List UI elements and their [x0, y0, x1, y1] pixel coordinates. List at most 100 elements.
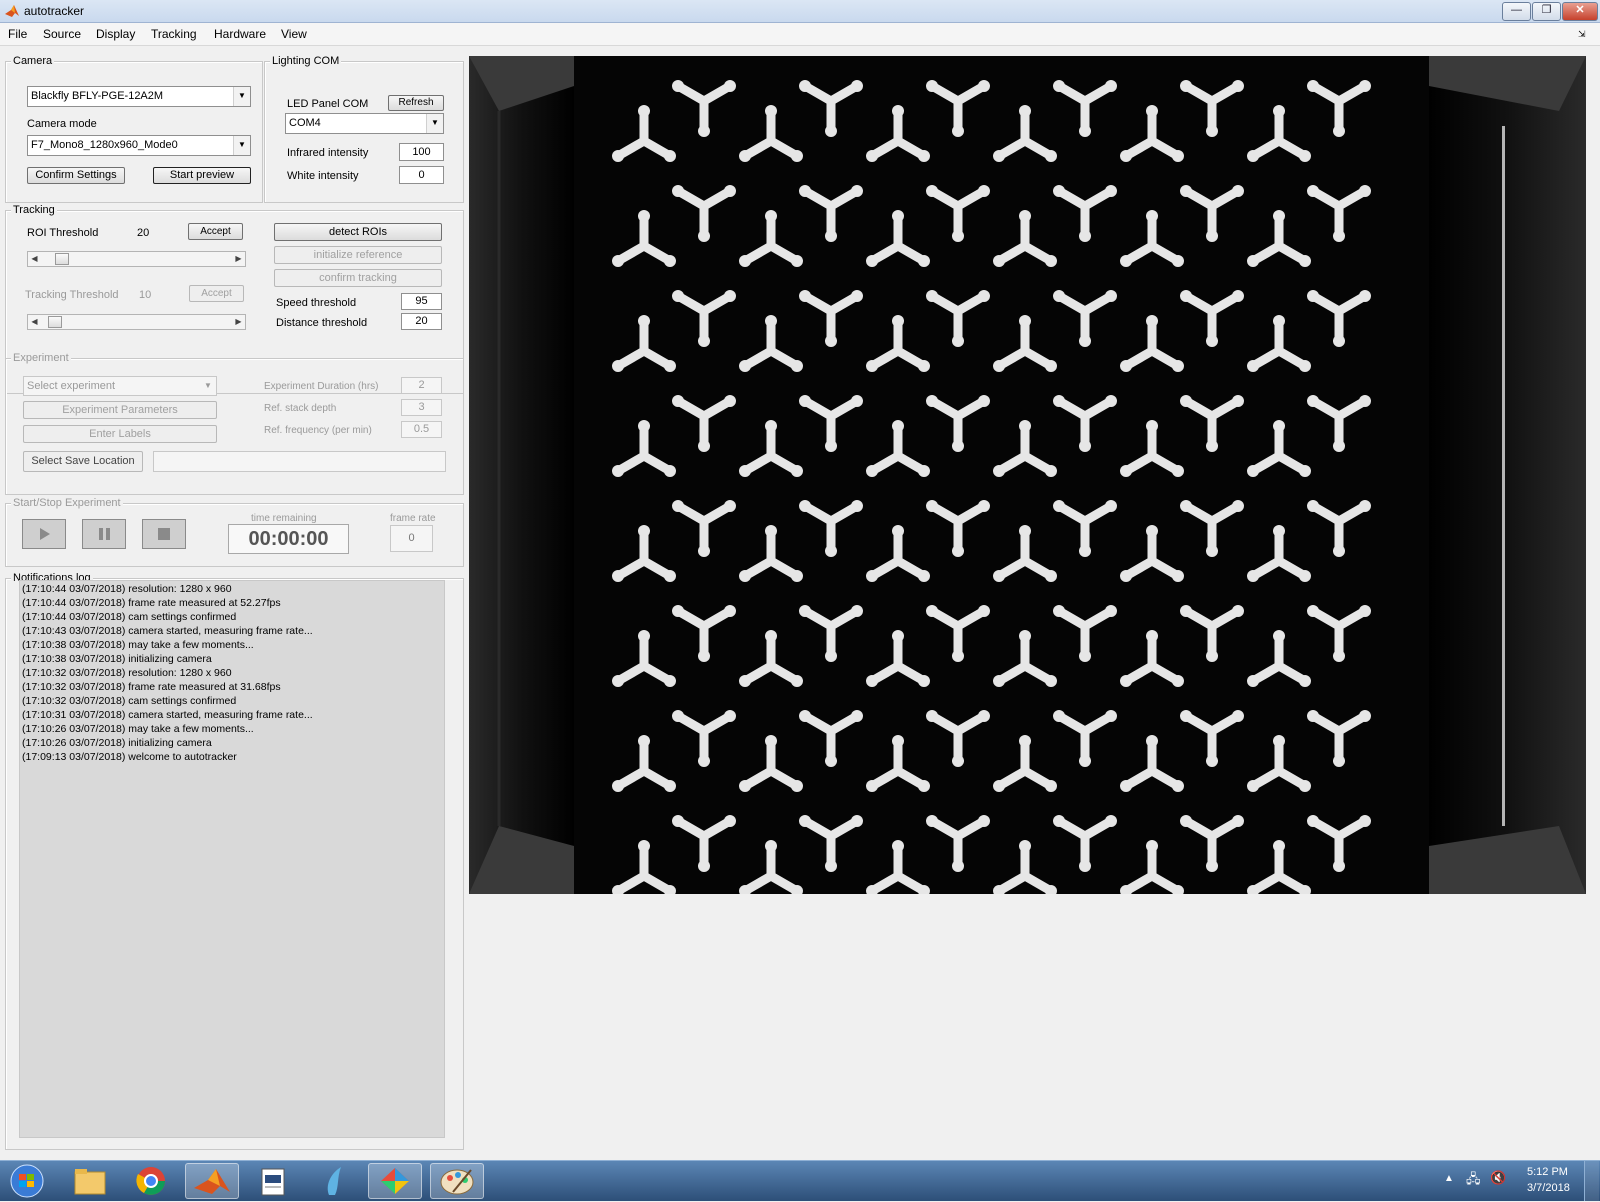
time-remaining-display: 00:00:00	[228, 524, 349, 554]
frame-rate-label: frame rate	[390, 513, 436, 524]
camera-device-select[interactable]: Blackfly BFLY-PGE-12A2M ▼	[27, 86, 251, 107]
chrome-icon	[136, 1167, 165, 1195]
camera-image	[469, 56, 1586, 894]
start-stop-group-title: Start/Stop Experiment	[11, 497, 123, 509]
infrared-intensity-label: Infrared intensity	[287, 147, 369, 159]
camera-mode-select[interactable]: F7_Mono8_1280x960_Mode0 ▼	[27, 135, 251, 156]
log-line: (17:10:43 03/07/2018) camera started, me…	[22, 625, 313, 637]
camera-mode-label: Camera mode	[27, 118, 97, 130]
experiment-select-value: Select experiment	[27, 380, 116, 392]
pause-button[interactable]	[82, 519, 126, 549]
infrared-intensity-field[interactable]: 100	[399, 143, 444, 161]
log-line: (17:10:32 03/07/2018) cam settings confi…	[22, 695, 237, 707]
taskbar-paint[interactable]	[430, 1163, 484, 1199]
log-line: (17:10:32 03/07/2018) frame rate measure…	[22, 681, 281, 693]
chevron-down-icon: ▼	[233, 87, 250, 106]
roi-threshold-slider[interactable]: ◀ ▶	[27, 251, 246, 267]
ref-stack-depth-label: Ref. stack depth	[264, 403, 337, 414]
title-bar: autotracker — ❐ ✕	[0, 0, 1600, 23]
camera-mode-value: F7_Mono8_1280x960_Mode0	[31, 139, 178, 151]
show-hidden-icons-icon[interactable]: ▲	[1444, 1173, 1454, 1184]
lighting-group: Lighting COM LED Panel COM Refresh COM4 …	[264, 55, 464, 203]
log-line: (17:10:32 03/07/2018) resolution: 1280 x…	[22, 667, 232, 679]
experiment-select[interactable]: Select experiment ▼	[23, 376, 217, 396]
clock-time[interactable]: 5:12 PM	[1527, 1166, 1568, 1178]
slider-left-arrow-icon[interactable]: ◀	[28, 315, 41, 329]
tracking-accept-button[interactable]: Accept	[189, 285, 244, 302]
play-button[interactable]	[22, 519, 66, 549]
confirm-settings-button[interactable]: Confirm Settings	[27, 167, 125, 184]
paint-palette-icon	[440, 1169, 474, 1195]
menu-tracking[interactable]: Tracking	[151, 27, 197, 41]
taskbar-fish-app[interactable]	[307, 1163, 361, 1199]
camera-device-value: Blackfly BFLY-PGE-12A2M	[31, 90, 164, 102]
chevron-down-icon: ▼	[426, 114, 443, 133]
network-icon[interactable]: 🖧	[1466, 1170, 1481, 1192]
menu-file[interactable]: File	[8, 27, 27, 41]
menu-bar: File Source Display Tracking Hardware Vi…	[0, 23, 1600, 46]
start-preview-button[interactable]: Start preview	[153, 167, 251, 184]
confirm-tracking-button[interactable]: confirm tracking	[274, 269, 442, 287]
menu-display[interactable]: Display	[96, 27, 135, 41]
fish-icon	[327, 1167, 341, 1195]
menu-view[interactable]: View	[281, 27, 307, 41]
stop-icon	[158, 528, 170, 540]
experiment-parameters-button[interactable]: Experiment Parameters	[23, 401, 217, 419]
start-stop-group: Start/Stop Experiment time remaining 00:…	[5, 497, 464, 567]
close-icon: ✕	[1575, 4, 1585, 16]
tracking-slider-thumb[interactable]	[48, 316, 63, 328]
menu-source[interactable]: Source	[43, 27, 81, 41]
close-button[interactable]: ✕	[1562, 2, 1598, 21]
log-line: (17:10:38 03/07/2018) may take a few mom…	[22, 639, 254, 651]
tracking-group-title: Tracking	[11, 204, 57, 216]
white-intensity-field[interactable]: 0	[399, 166, 444, 184]
distance-threshold-field[interactable]: 20	[401, 313, 442, 330]
save-location-field[interactable]	[153, 451, 446, 472]
pause-icon	[99, 528, 110, 540]
tracking-threshold-value: 10	[139, 289, 152, 301]
slider-right-arrow-icon[interactable]: ▶	[232, 252, 245, 266]
stop-button[interactable]	[142, 519, 186, 549]
start-button[interactable]	[4, 1163, 58, 1199]
minimize-icon: —	[1511, 4, 1522, 16]
camera-preview[interactable]	[469, 56, 1586, 894]
slider-left-arrow-icon[interactable]: ◀	[28, 252, 41, 266]
clock-date[interactable]: 3/7/2018	[1527, 1182, 1570, 1194]
tracking-threshold-label: Tracking Threshold	[25, 289, 119, 301]
enter-labels-button[interactable]: Enter Labels	[23, 425, 217, 443]
minimize-button[interactable]: —	[1502, 2, 1531, 21]
lighting-group-title: Lighting COM	[270, 55, 342, 67]
ref-stack-depth-field[interactable]: 3	[401, 399, 442, 416]
windows-start-icon	[10, 1164, 44, 1198]
maximize-button[interactable]: ❐	[1532, 2, 1561, 21]
taskbar-document[interactable]	[246, 1163, 300, 1199]
colorful-app-icon	[381, 1168, 409, 1194]
initialize-reference-button[interactable]: initialize reference	[274, 246, 442, 264]
menu-hardware[interactable]: Hardware	[214, 27, 266, 41]
taskbar-matlab[interactable]	[185, 1163, 239, 1199]
select-save-location-button[interactable]: Select Save Location	[23, 451, 143, 472]
led-panel-com-label: LED Panel COM	[287, 98, 369, 110]
refresh-button[interactable]: Refresh	[388, 95, 444, 111]
taskbar-chrome[interactable]	[124, 1163, 178, 1199]
experiment-duration-field[interactable]: 2	[401, 377, 442, 394]
experiment-duration-label: Experiment Duration (hrs)	[264, 381, 379, 392]
menu-expand-icon[interactable]: ⇲	[1578, 29, 1586, 40]
camera-group: Camera Blackfly BFLY-PGE-12A2M ▼ Camera …	[5, 55, 263, 203]
camera-group-title: Camera	[11, 55, 55, 67]
slider-right-arrow-icon[interactable]: ▶	[232, 315, 245, 329]
ref-frequency-field[interactable]: 0.5	[401, 421, 442, 438]
com-port-select[interactable]: COM4 ▼	[285, 113, 444, 134]
volume-muted-icon[interactable]: 🔇	[1490, 1170, 1506, 1186]
distance-threshold-label: Distance threshold	[276, 317, 368, 329]
tracking-threshold-slider[interactable]: ◀ ▶	[27, 314, 246, 330]
show-desktop-button[interactable]	[1584, 1161, 1599, 1201]
taskbar-file-explorer[interactable]	[63, 1163, 117, 1199]
roi-accept-button[interactable]: Accept	[188, 223, 243, 240]
notifications-log[interactable]: (17:10:44 03/07/2018) resolution: 1280 x…	[19, 580, 445, 1138]
detect-rois-button[interactable]: detect ROIs	[274, 223, 442, 241]
taskbar-colorful-app[interactable]	[368, 1163, 422, 1199]
log-line: (17:10:44 03/07/2018) cam settings confi…	[22, 611, 237, 623]
speed-threshold-field[interactable]: 95	[401, 293, 442, 310]
roi-slider-thumb[interactable]	[55, 253, 70, 265]
